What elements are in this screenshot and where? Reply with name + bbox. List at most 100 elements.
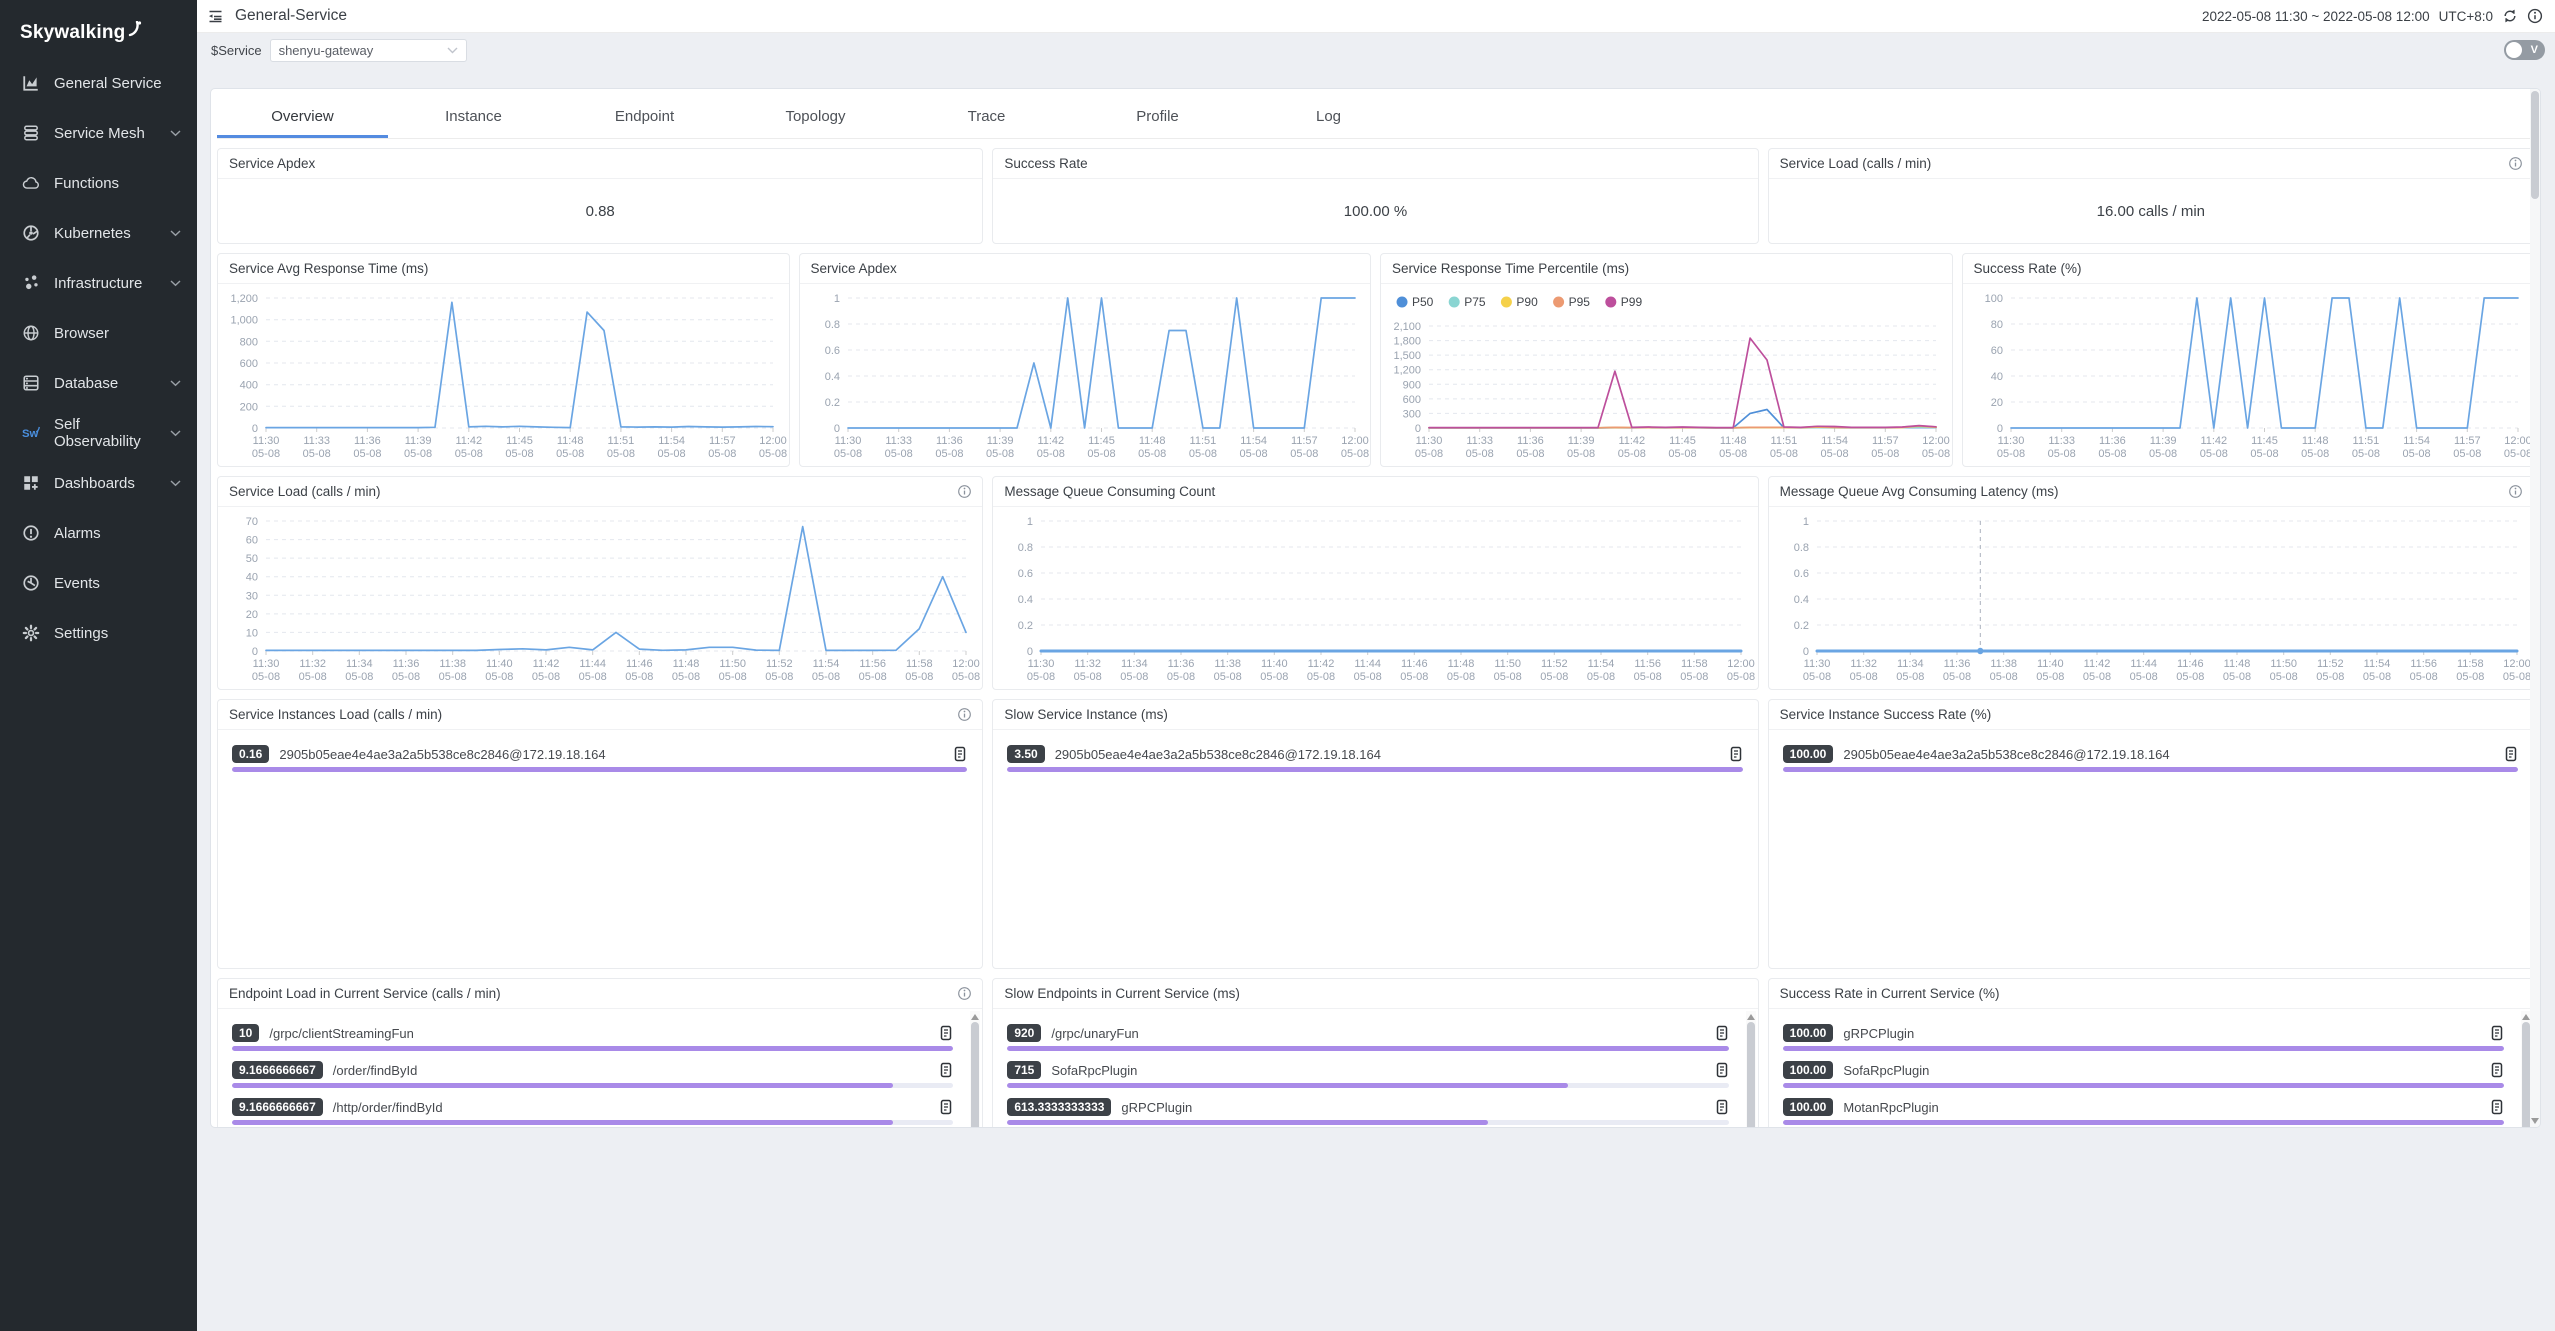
inspect-icon[interactable] [1715, 1099, 1729, 1115]
svg-text:05-08: 05-08 [1494, 671, 1522, 683]
kubernetes-icon [21, 224, 40, 243]
chart-title: Service Apdex [811, 261, 897, 276]
svg-text:11:39: 11:39 [405, 435, 432, 447]
list-item[interactable]: 613.3333333333 gRPCPlugin [1007, 1097, 1728, 1125]
tab-log[interactable]: Log [1243, 95, 1414, 138]
scrollbar-down-arrow[interactable] [2531, 1118, 2539, 1124]
tab-topology[interactable]: Topology [730, 95, 901, 138]
inspect-icon[interactable] [1715, 1025, 1729, 1041]
list-item[interactable]: 10 /grpc/clientStreamingFun [232, 1023, 953, 1051]
info-icon[interactable] [957, 986, 972, 1001]
svg-text:11:33: 11:33 [1466, 435, 1493, 447]
inspect-icon[interactable] [2504, 746, 2518, 762]
panel-scrollbar[interactable] [2530, 89, 2540, 1127]
scrollbar-thumb[interactable] [2531, 91, 2539, 199]
sidebar-item-settings[interactable]: Settings [0, 608, 197, 658]
sidebar-item-functions[interactable]: Functions [0, 158, 197, 208]
inspect-icon[interactable] [1729, 746, 1743, 762]
inspect-icon[interactable] [2490, 1099, 2504, 1115]
inspect-icon[interactable] [953, 746, 967, 762]
progress-fill [1783, 1120, 2504, 1125]
scrollbar-thumb[interactable] [2522, 1022, 2530, 1128]
inspect-icon[interactable] [2490, 1062, 2504, 1078]
svg-text:05-08: 05-08 [2098, 448, 2126, 460]
sidebar-item-service-mesh[interactable]: Service Mesh [0, 108, 197, 158]
list-item[interactable]: 9.1666666667 /http/order/findById [232, 1097, 953, 1125]
refresh-icon[interactable] [2502, 8, 2518, 24]
inspect-icon[interactable] [939, 1025, 953, 1041]
item-label: 2905b05eae4e4ae3a2a5b538ce8c2846@172.19.… [279, 747, 605, 762]
tab-instance[interactable]: Instance [388, 95, 559, 138]
list-item[interactable]: 3.50 2905b05eae4e4ae3a2a5b538ce8c2846@17… [1007, 744, 1742, 772]
svg-text:05-08: 05-08 [1567, 448, 1595, 460]
scrollbar-thumb[interactable] [971, 1022, 979, 1128]
svg-text:05-08: 05-08 [2083, 671, 2111, 683]
edit-mode-toggle[interactable]: V [2504, 40, 2545, 60]
info-icon[interactable] [2508, 156, 2523, 171]
svg-text:05-08: 05-08 [532, 671, 560, 683]
metric-value: 16.00 calls / min [1769, 179, 2533, 243]
scrollbar-thumb[interactable] [1747, 1022, 1755, 1128]
inspect-icon[interactable] [2490, 1025, 2504, 1041]
info-icon[interactable] [2527, 8, 2543, 24]
tab-profile[interactable]: Profile [1072, 95, 1243, 138]
list-item[interactable]: 0.16 2905b05eae4e4ae3a2a5b538ce8c2846@17… [232, 744, 967, 772]
inspect-icon[interactable] [1715, 1062, 1729, 1078]
svg-text:0.6: 0.6 [1793, 568, 1808, 580]
inspect-icon[interactable] [939, 1099, 953, 1115]
list-item[interactable]: 100.00 MotanRpcPlugin [1783, 1097, 2504, 1125]
sidebar-item-dashboards[interactable]: Dashboards [0, 458, 197, 508]
sidebar-item-alarms[interactable]: Alarms [0, 508, 197, 558]
app-logo: Skywalking [0, 0, 197, 58]
list-item[interactable]: 100.00 gRPCPlugin [1783, 1023, 2504, 1051]
sidebar-item-infrastructure[interactable]: Infrastructure [0, 258, 197, 308]
chart-card: Message Queue Consuming Count00.20.40.60… [992, 476, 1758, 690]
card-scrollbar[interactable] [970, 1011, 980, 1128]
svg-text:11:36: 11:36 [393, 658, 420, 670]
card-scrollbar[interactable] [1746, 1011, 1756, 1128]
svg-text:05-08: 05-08 [252, 448, 280, 460]
line-chart[interactable]: 03006009001,2001,5001,8002,10011:3005-08… [1381, 284, 1952, 466]
list-item[interactable]: 715 SofaRpcPlugin [1007, 1060, 1728, 1088]
sidebar-item-database[interactable]: Database [0, 358, 197, 408]
scrollbar-up-arrow[interactable] [971, 1014, 979, 1020]
timezone[interactable]: UTC+8:0 [2439, 9, 2493, 24]
sidebar-item-kubernetes[interactable]: Kubernetes [0, 208, 197, 258]
sidebar-item-self-observability[interactable]: SwSelf Observability [0, 408, 197, 458]
line-chart[interactable]: 00.20.40.60.8111:3005-0811:3205-0811:340… [1769, 507, 2533, 689]
scrollbar-up-arrow[interactable] [2522, 1014, 2530, 1020]
line-chart[interactable]: 02040608010011:3005-0811:3305-0811:3605-… [1963, 284, 2534, 466]
svg-text:11:36: 11:36 [2099, 435, 2126, 447]
svg-text:11:57: 11:57 [1290, 435, 1317, 447]
info-icon[interactable] [957, 707, 972, 722]
list-item[interactable]: 100.00 SofaRpcPlugin [1783, 1060, 2504, 1088]
inspect-icon[interactable] [939, 1062, 953, 1078]
collapse-sidebar-icon[interactable] [207, 8, 224, 25]
scrollbar-up-arrow[interactable] [1747, 1014, 1755, 1020]
card-title: Success Rate in Current Service (%) [1780, 986, 2000, 1001]
value-badge: 100.00 [1783, 745, 1834, 763]
value-badge: 613.3333333333 [1007, 1098, 1111, 1116]
sidebar-item-general-service[interactable]: General Service [0, 58, 197, 108]
svg-text:05-08: 05-08 [1340, 448, 1368, 460]
line-chart[interactable]: 02004006008001,0001,20011:3005-0811:3305… [218, 284, 789, 466]
list-item[interactable]: 9.1666666667 /order/findById [232, 1060, 953, 1088]
svg-text:05-08: 05-08 [1821, 448, 1849, 460]
line-chart[interactable]: 00.20.40.60.8111:3005-0811:3305-0811:360… [800, 284, 1371, 466]
line-chart[interactable]: 00.20.40.60.8111:3005-0811:3205-0811:340… [993, 507, 1757, 689]
tab-trace[interactable]: Trace [901, 95, 1072, 138]
list-item[interactable]: 100.00 2905b05eae4e4ae3a2a5b538ce8c2846@… [1783, 744, 2518, 772]
tab-overview[interactable]: Overview [217, 95, 388, 138]
time-range[interactable]: 2022-05-08 11:30 ~ 2022-05-08 12:00 [2202, 9, 2430, 24]
svg-text:05-08: 05-08 [404, 448, 432, 460]
tab-endpoint[interactable]: Endpoint [559, 95, 730, 138]
line-chart[interactable]: 01020304050607011:3005-0811:3205-0811:34… [218, 507, 982, 689]
list-item[interactable]: 920 /grpc/unaryFun [1007, 1023, 1728, 1051]
sidebar-item-events[interactable]: Events [0, 558, 197, 608]
svg-text:05-08: 05-08 [2149, 448, 2177, 460]
svg-text:100: 100 [1984, 293, 2002, 305]
sidebar-item-browser[interactable]: Browser [0, 308, 197, 358]
service-select[interactable]: shenyu-gateway [270, 39, 467, 62]
info-icon[interactable] [2508, 484, 2523, 499]
info-icon[interactable] [957, 484, 972, 499]
